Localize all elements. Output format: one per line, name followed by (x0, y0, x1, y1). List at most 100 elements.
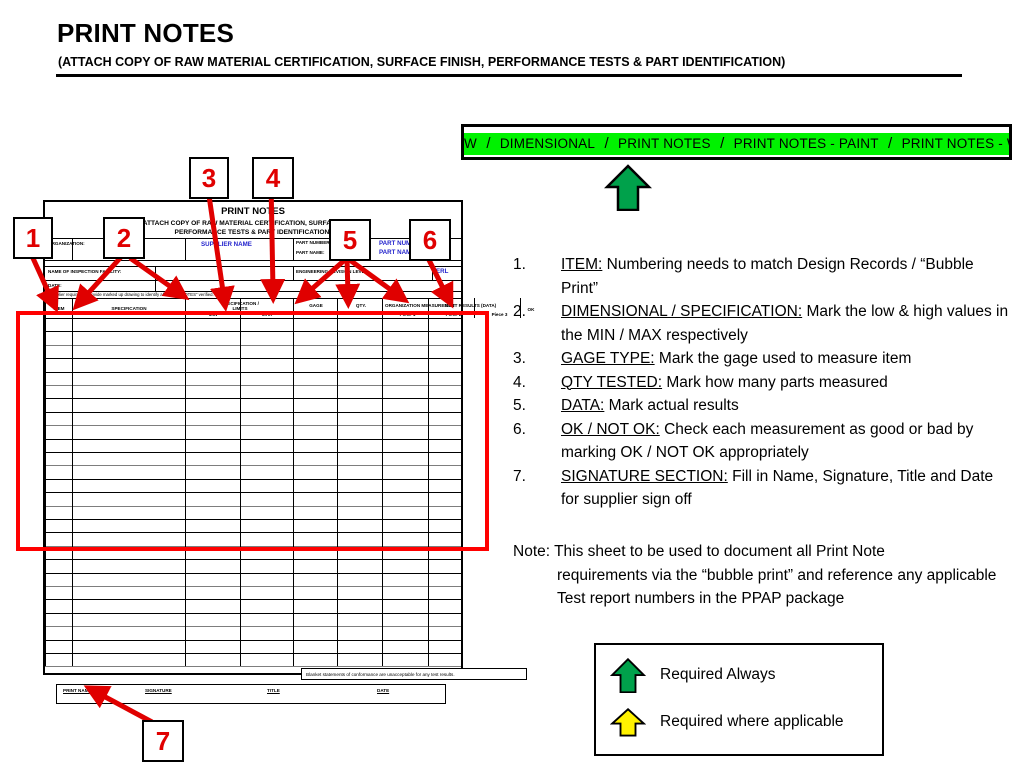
form-vline (432, 266, 433, 280)
callout-7: 7 (142, 720, 184, 762)
list-item-text: Numbering needs to match Design Records … (561, 256, 974, 297)
col-header-qty-line1: QTY. (355, 303, 367, 308)
signature-print-name: PRINT NAME (63, 688, 92, 693)
grid-row-line (45, 385, 461, 386)
grid-row-line (45, 344, 461, 346)
col-header-ok: OK (527, 307, 535, 312)
grid-col-line (382, 318, 383, 667)
grid-col-line-header (382, 298, 383, 318)
form-vline (293, 238, 294, 260)
grid-row-line (45, 545, 461, 547)
callout-5: 5 (329, 219, 371, 261)
list-item: 7. SIGNATURE SECTION: Fill in Name, Sign… (513, 465, 1013, 512)
grid-row-line (45, 478, 461, 480)
list-item-term: DATA: (561, 397, 605, 414)
list-item: 4. QTY TESTED: Mark how many parts measu… (513, 371, 1013, 395)
list-item: 3. GAGE TYPE: Mark the gage used to meas… (513, 347, 1013, 371)
legend-label: Required where applicable (660, 713, 844, 730)
form-vline (155, 266, 156, 291)
grid-row-line (45, 492, 461, 494)
grid-row-line (45, 425, 461, 427)
field-label-date: DATE: (48, 283, 62, 288)
list-item-number: 1. (513, 256, 526, 273)
grid-row-line (45, 639, 461, 641)
signature-box[interactable]: PRINT NAME SIGNATURE TITLE DATE (56, 684, 446, 704)
grid-col-line (293, 318, 294, 667)
list-item-number: 6. (513, 420, 526, 438)
supplier-note: Supplier required to provide marked up d… (49, 292, 214, 297)
grid-row-line (45, 653, 461, 654)
grid-col-line (185, 318, 186, 667)
field-label-engineering-revision-level: ENGINEERING REVISION LEVEL: (296, 269, 369, 274)
footnote-block: Note: This sheet to be used to document … (513, 540, 1003, 611)
col-header-specification: SPECIFICATION (111, 306, 147, 311)
grid-row-line (45, 331, 461, 333)
list-item-text: Mark actual results (604, 397, 739, 414)
tab-separator-icon: / (720, 135, 725, 152)
grid-row-line (45, 586, 461, 587)
tab-print-notes-paint[interactable]: PRINT NOTES - PAINT (734, 136, 879, 151)
grid-col-line (240, 318, 241, 667)
grid-row-line (45, 572, 461, 574)
tab-print-notes[interactable]: PRINT NOTES (618, 136, 711, 151)
form-hline (45, 266, 461, 267)
list-item-term: ITEM: (561, 256, 603, 273)
callout-6: 6 (409, 219, 451, 261)
col-header-item: ITEM (53, 306, 65, 311)
grid-col-line-header (185, 298, 186, 318)
field-label-part-number: PART NUMBER: (296, 240, 332, 245)
green-up-arrow-icon (604, 163, 652, 211)
grid-row-line (45, 532, 461, 534)
tab-strip-green-band: W / DIMENSIONAL / PRINT NOTES / PRINT NO… (464, 133, 1009, 155)
list-item-text: Mark the gage used to measure item (654, 350, 912, 367)
signature-signature: SIGNATURE (145, 688, 172, 693)
grid-col-line (337, 318, 338, 667)
field-label-inspection-facility: NAME OF INSPECTION FACILITY: (48, 269, 122, 274)
list-item-text: Mark how many parts measured (662, 373, 888, 391)
col-header-notok-line1: NOT (445, 303, 455, 308)
grid-row-line (45, 559, 461, 561)
grid-row-line (45, 626, 461, 628)
grid-col-line (72, 318, 73, 667)
signature-date: DATE (377, 688, 390, 693)
tab-print-notes-welding[interactable]: PRINT NOTES - WELDING (902, 136, 1009, 151)
grid-col-line-header (520, 298, 521, 318)
form-hline (45, 260, 461, 261)
tab-dimensional[interactable]: DIMENSIONAL (500, 136, 595, 151)
worksheet-tab-strip[interactable]: W / DIMENSIONAL / PRINT NOTES / PRINT NO… (461, 124, 1012, 160)
tab-separator-icon: / (888, 135, 893, 152)
list-item: 5. DATA: Mark actual results (513, 394, 1013, 418)
col-header-piece1: Piece 1 (399, 312, 416, 317)
legend-box: Required Always Required where applicabl… (594, 643, 884, 756)
green-up-arrow-icon (610, 657, 646, 693)
signature-title: TITLE (267, 688, 280, 693)
grid-row-line (45, 438, 461, 440)
grid-col-line-header (428, 298, 429, 318)
list-item-term: OK / NOT OK: (561, 420, 660, 438)
list-item-term: DIMENSIONAL / SPECIFICATION: (561, 303, 803, 320)
list-item-term: QTY TESTED: (561, 373, 663, 391)
col-header-min: MIN (208, 312, 218, 317)
form-title: PRINT NOTES (221, 206, 285, 217)
grid-row-line (45, 599, 461, 601)
list-item-number: 3. (513, 350, 526, 367)
tab-review-truncated[interactable]: W (464, 136, 477, 151)
col-header-qty-line2: TESTED (351, 311, 371, 316)
grid-col-line-header (72, 298, 73, 318)
legend-item-required-always: Required Always (610, 657, 775, 693)
col-header-piece3: Piece 3 (491, 312, 508, 317)
callout-3: 3 (189, 157, 229, 199)
callout-1: 1 (13, 217, 53, 259)
page-title: PRINT NOTES (57, 18, 234, 48)
grid-row-line (45, 318, 461, 319)
list-item: 1. ITEM: Numbering needs to match Design… (513, 253, 1013, 300)
grid-col-line-header (337, 298, 338, 318)
grid-row-line (45, 505, 461, 507)
title-divider (56, 74, 962, 77)
grid-col-line-header (45, 298, 46, 318)
col-header-max: MAX (261, 312, 273, 317)
col-header-gage-line2: TYPE (310, 311, 322, 316)
legend-label: Required Always (660, 666, 776, 683)
legend-item-required-where-applicable: Required where applicable (610, 707, 844, 737)
grid-row-line (45, 358, 461, 360)
